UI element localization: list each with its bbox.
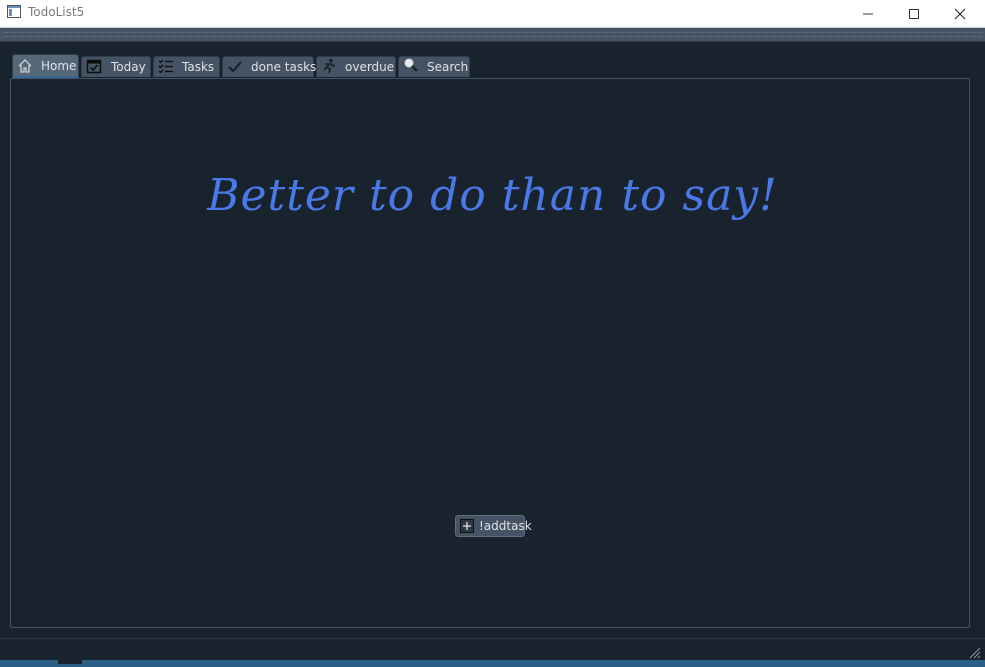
minimize-icon (863, 13, 873, 14)
toolbar-handle[interactable] (3, 32, 982, 37)
slogan-text: Better to do than to say! (207, 170, 778, 221)
status-bar (0, 638, 985, 661)
title-bar: TodoList5 (0, 0, 985, 28)
app-window-icon (7, 5, 21, 18)
tab-done-tasks[interactable]: done tasks (222, 56, 317, 77)
home-icon (18, 59, 32, 73)
tab-home[interactable]: Home (12, 54, 79, 78)
add-task-button[interactable]: !addtask (455, 515, 532, 537)
running-person-icon (323, 58, 336, 74)
tab-search[interactable]: Search (398, 56, 470, 77)
tab-label: Search (427, 60, 469, 74)
search-icon (404, 58, 418, 72)
calendar-check-icon (86, 59, 102, 74)
tab-today[interactable]: Today (81, 56, 151, 77)
checklist-icon (158, 59, 173, 74)
maximize-icon (909, 8, 919, 19)
close-icon (954, 8, 966, 19)
close-button[interactable] (937, 0, 983, 27)
tab-label: Home (41, 59, 77, 73)
resize-grip-icon[interactable] (967, 645, 981, 659)
maximize-button[interactable] (891, 0, 937, 27)
tab-overdue[interactable]: overdue (316, 56, 396, 77)
tab-label: done tasks (251, 60, 317, 74)
plus-box-icon (460, 519, 474, 533)
tab-tasks[interactable]: Tasks (153, 56, 220, 77)
bottom-bar-marker (58, 660, 82, 664)
tab-label: Today (111, 60, 146, 74)
tab-label: Tasks (182, 60, 215, 74)
minimize-button[interactable] (845, 0, 891, 27)
toolbar (0, 28, 985, 42)
tab-label: overdue (345, 60, 395, 74)
add-task-label: !addtask (479, 519, 532, 533)
window-title: TodoList5 (28, 5, 85, 19)
bottom-bar (0, 660, 985, 667)
checkmark-icon (228, 61, 242, 73)
home-panel (10, 78, 970, 628)
